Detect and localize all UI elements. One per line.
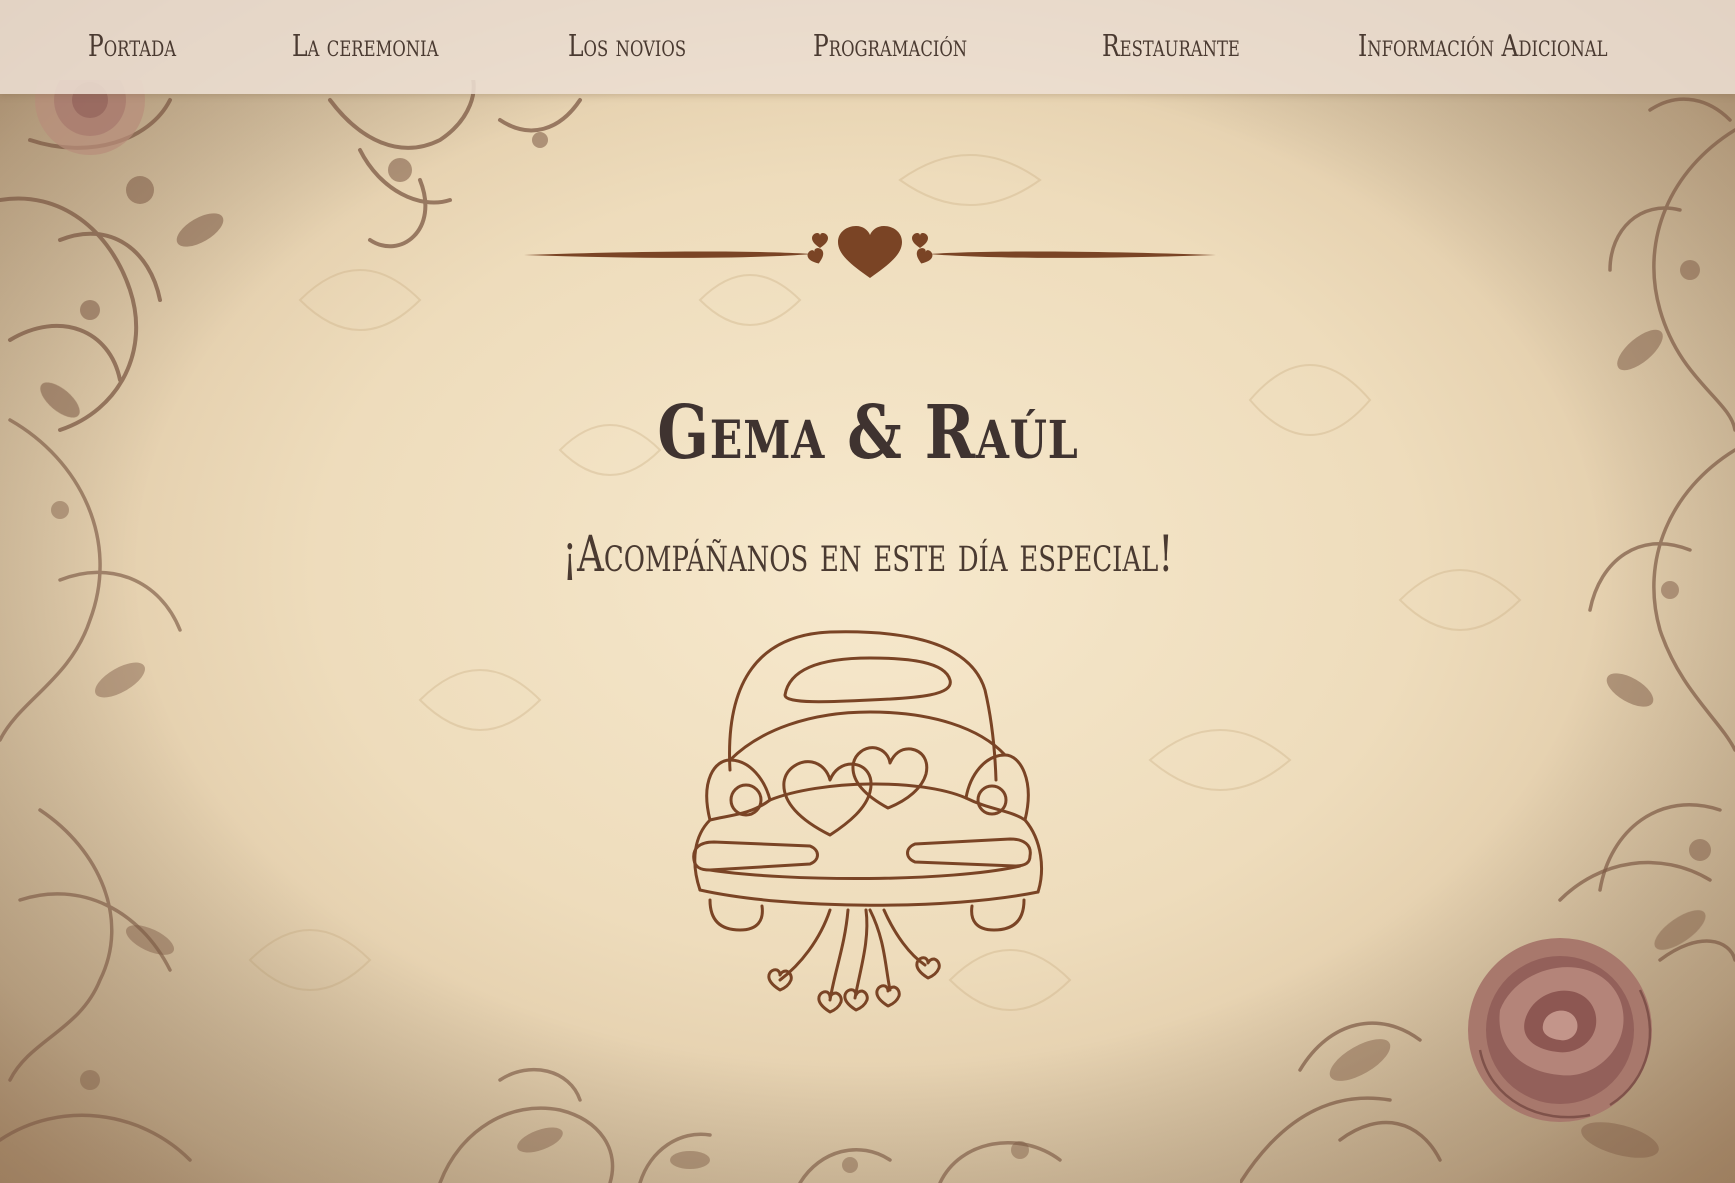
heart-divider-icon [524,226,1216,278]
bottom-floral-ornament [438,1067,1062,1183]
wedding-page: Portada La ceremonia Los novios Programa… [0,0,1735,1183]
left-edge-floral-ornament [0,418,192,1162]
nav-item-portada[interactable]: Portada [88,0,176,94]
couple-names-title: Gema & Raúl [656,390,1079,476]
nav-item-programacion[interactable]: Programación [813,0,967,94]
invitation-tagline: ¡Acompáñanos en este día especial! [562,525,1173,583]
nav-item-los-novios[interactable]: Los novios [568,0,686,94]
wedding-car-icon [692,630,1044,1014]
bottom-right-rose-ornament [1240,860,1735,1183]
nav-item-restaurante[interactable]: Restaurante [1102,0,1240,94]
nav-item-la-ceremonia[interactable]: La ceremonia [292,0,438,94]
rose-ornament-bottom-right [1468,938,1652,1122]
nav-item-informacion-adicional[interactable]: Información Adicional [1358,0,1607,94]
right-edge-floral-ornament [1588,97,1735,892]
main-navbar: Portada La ceremonia Los novios Programa… [0,0,1735,94]
